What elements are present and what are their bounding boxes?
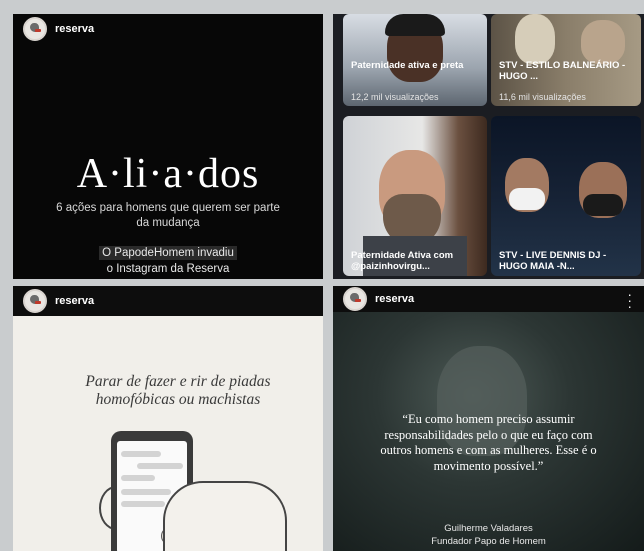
video-views: 11,6 mil visualizações: [499, 92, 586, 102]
post-header: reserva · · ·: [333, 286, 644, 313]
author-role: Fundador Papo de Homem: [431, 536, 546, 547]
video-tile[interactable]: STV - LIVE DENNIS DJ - HUGO MAIA -N...: [491, 116, 641, 276]
video-caption: Paternidade Ativa com @paizinhovirgu...: [351, 250, 454, 272]
post-quote-text: “Eu como homem preciso assumir responsab…: [380, 412, 597, 473]
post-header: reserva: [13, 286, 323, 316]
mask-thumbnail: [583, 194, 623, 216]
post-aliados[interactable]: reserva A·li·a·dos 6 ações para homens q…: [13, 14, 323, 279]
beanie-thumbnail: [385, 14, 445, 36]
mask-thumbnail: [509, 188, 545, 210]
reserva-avatar-icon[interactable]: [343, 287, 367, 311]
post-quote[interactable]: reserva · · · “Eu como homem preciso assum…: [333, 286, 644, 551]
reserva-avatar-icon[interactable]: [23, 289, 47, 313]
reserva-avatar-icon[interactable]: [23, 17, 47, 41]
post-header: reserva: [13, 14, 323, 44]
video-tile[interactable]: Paternidade Ativa com @paizinhovirgu...: [343, 116, 487, 276]
video-views: 12,2 mil visualizações: [351, 92, 439, 102]
more-vertical-icon[interactable]: · · ·: [627, 287, 632, 313]
post-subtitle: 6 ações para homens que querem ser parte…: [56, 202, 280, 229]
post-footer-line1: O PapodeHomem invadiu: [13, 246, 323, 260]
post-phrase: Parar de fazer e rir de piadas homofóbic…: [85, 373, 271, 408]
person-thumbnail: [581, 20, 625, 64]
post-username[interactable]: reserva: [375, 293, 414, 305]
mannequin-thumbnail: [515, 14, 555, 64]
video-tile[interactable]: Paternidade ativa e preta 12,2 mil visua…: [343, 14, 487, 106]
post-footer-line2: o Instagram da Reserva: [106, 263, 230, 275]
quote-author: Guilherme Valadares Fundador Papo de Hom…: [333, 522, 644, 548]
video-tile[interactable]: STV - ESTILO BALNEÁRIO - HUGO ... 11,6 m…: [491, 14, 641, 106]
author-name: Guilherme Valadares: [444, 523, 533, 534]
video-grid: Paternidade ativa e preta 12,2 mil visua…: [333, 14, 644, 279]
post-piadas[interactable]: reserva Parar de fazer e rir de piadas h…: [13, 286, 323, 551]
video-caption: STV - ESTILO BALNEÁRIO - HUGO ...: [499, 60, 626, 82]
hand-illustration: [163, 481, 287, 551]
post-username[interactable]: reserva: [55, 295, 94, 307]
post-username[interactable]: reserva: [55, 23, 94, 35]
video-caption: STV - LIVE DENNIS DJ - HUGO MAIA -N...: [499, 250, 607, 272]
video-caption: Paternidade ativa e preta: [351, 60, 464, 71]
post-title: A·li·a·dos: [76, 151, 260, 197]
